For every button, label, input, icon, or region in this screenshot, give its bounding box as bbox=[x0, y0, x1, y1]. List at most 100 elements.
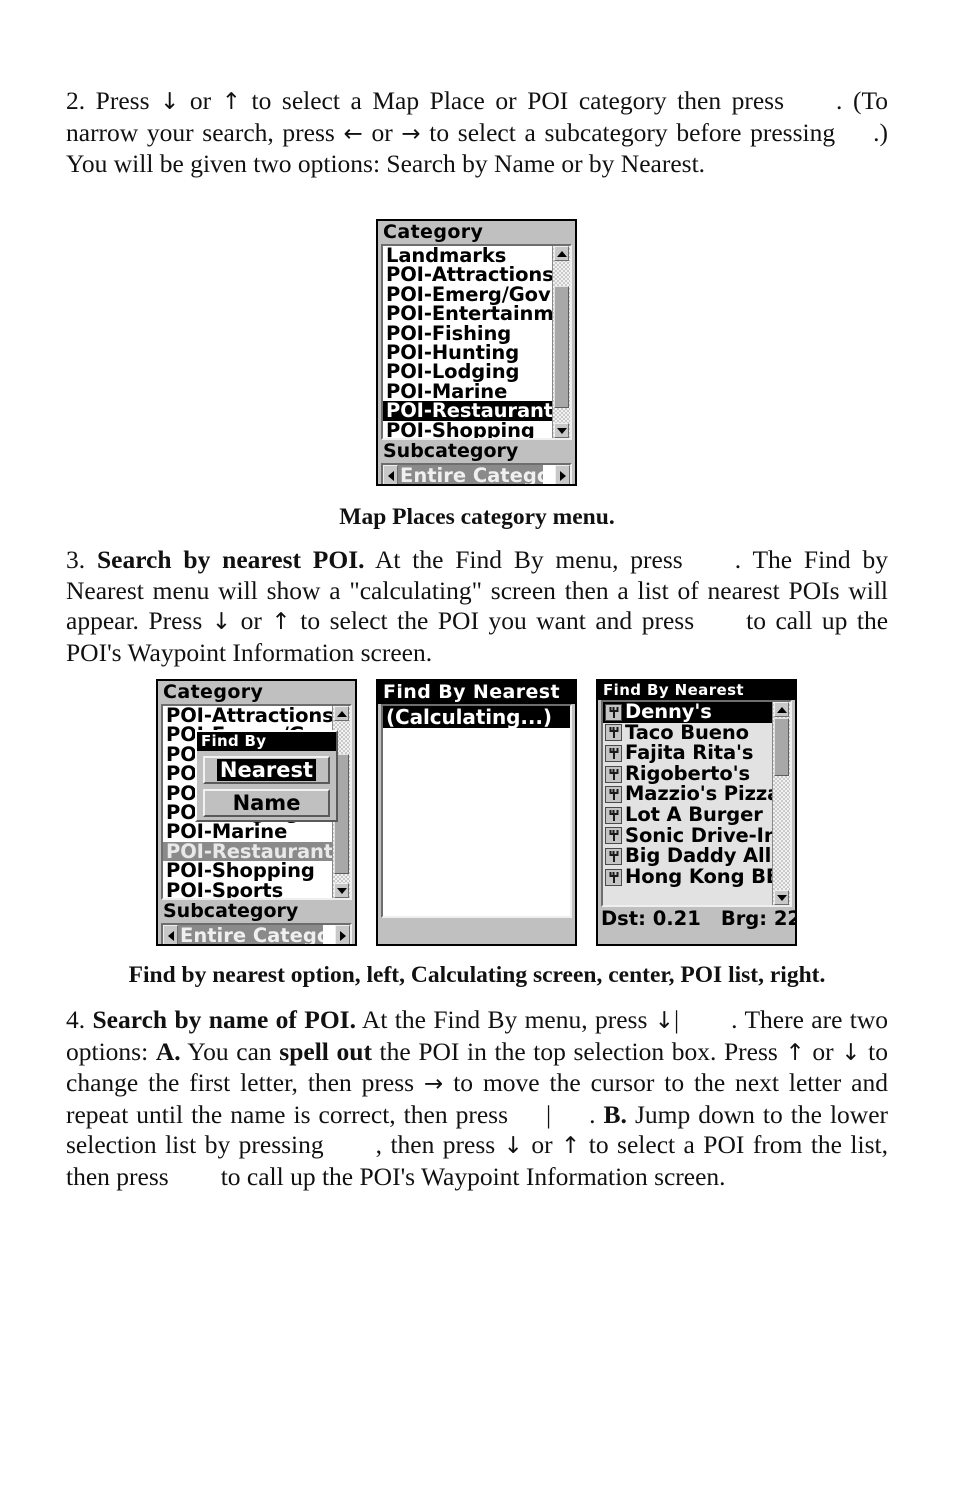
arrow-up-icon: ↑ bbox=[221, 89, 241, 115]
paragraph-step-4: 4. Search by name of POI. At the Find By… bbox=[66, 1005, 888, 1192]
poi-name: Lot A Burger bbox=[625, 802, 763, 826]
scroll-up-arrow-icon[interactable] bbox=[554, 246, 569, 261]
figure1-subcategory-spinner[interactable]: Entire Category bbox=[381, 463, 572, 484]
figure2-caption: Find by nearest option, left, Calculatin… bbox=[128, 962, 826, 988]
scroll-down-arrow-icon[interactable] bbox=[774, 890, 789, 905]
list-item[interactable]: Lot A Burger bbox=[603, 802, 772, 826]
poi-name: Mazzio's Pizza bbox=[625, 782, 781, 806]
step4-text-13: to call up the POI's Waypoint Informatio… bbox=[220, 1161, 726, 1191]
step2-text-5: or bbox=[362, 117, 402, 147]
find-by-nearest-button[interactable]: Nearest bbox=[203, 756, 330, 784]
poi-name: Fajita Rita's bbox=[625, 741, 754, 765]
scroll-up-arrow-icon[interactable] bbox=[334, 706, 349, 721]
find-by-name-button[interactable]: Name bbox=[203, 789, 330, 817]
restaurant-icon bbox=[605, 703, 622, 721]
figure1-title: Category bbox=[378, 221, 575, 244]
figure2left-subcategory-label: Subcategory bbox=[163, 900, 299, 922]
poi-bearing-value: Brg: 227º bbox=[720, 907, 795, 930]
restaurant-icon bbox=[605, 765, 622, 783]
arrow-right-icon: → bbox=[401, 120, 421, 147]
arrow-up-icon-2: ↑ bbox=[561, 1133, 581, 1159]
figure2left-subcategory-spinner[interactable]: Entire Category bbox=[161, 923, 352, 944]
figure-poi-nearest-list: Find By Nearest Denny's Taco Bueno Fajit… bbox=[596, 679, 797, 946]
restaurant-icon bbox=[605, 827, 622, 845]
step4-bold-spell-out: spell out bbox=[279, 1036, 372, 1066]
poi-name: Rigoberto's bbox=[625, 761, 751, 785]
paragraph-step-3: 3. Search by nearest POI. At the Find By… bbox=[66, 545, 888, 668]
figure2left-title: Category bbox=[158, 681, 355, 704]
figure2left-subcategory-value[interactable]: Entire Category bbox=[178, 925, 323, 944]
poi-name: Hong Kong BBQ bbox=[625, 864, 792, 888]
find-by-dialog[interactable]: Find By Nearest Name bbox=[195, 730, 338, 822]
step3-text-1: At the Find By menu, press bbox=[364, 545, 683, 574]
figure2left-category-list[interactable]: POI-Attractions POI-Emerg/Gov't POI-Ente… bbox=[161, 704, 352, 900]
step2-number: 2. bbox=[66, 86, 86, 115]
figure1-subcategory-value[interactable]: Entire Category bbox=[398, 465, 543, 484]
step4-bold-lead: Search by name of POI. bbox=[92, 1005, 356, 1034]
spinner-left-arrow-icon[interactable] bbox=[383, 465, 398, 484]
spinner-right-arrow-icon[interactable] bbox=[335, 925, 350, 944]
step3-text-3: or bbox=[231, 606, 272, 635]
figure1-subcategory-label: Subcategory bbox=[383, 440, 519, 462]
list-item-selected[interactable]: POI-Restaurants bbox=[383, 401, 565, 421]
step4-text-4: the POI in the top selection box. Press bbox=[371, 1036, 786, 1066]
figure1-category-list[interactable]: Landmarks POI-Attractions POI-Emerg/Gov'… bbox=[381, 244, 572, 440]
list-item[interactable]: POI-Entertainmnt bbox=[383, 304, 570, 324]
arrow-left-icon: ← bbox=[343, 120, 363, 147]
step4-bar-2: | bbox=[546, 1099, 552, 1129]
poi-distance-value: Dst: 0.21 bbox=[601, 907, 701, 930]
restaurant-icon bbox=[605, 806, 622, 824]
poi-name: Taco Bueno bbox=[625, 720, 749, 744]
list-item[interactable]: Mazzio's Pizza bbox=[603, 784, 780, 805]
figure2right-title: Find By Nearest bbox=[598, 681, 795, 700]
list-item[interactable]: Taco Bueno bbox=[603, 720, 772, 744]
step4-text-11: or bbox=[522, 1130, 562, 1159]
arrow-down-icon-2: ↓ bbox=[841, 1039, 861, 1066]
poi-name: Sonic Drive-In bbox=[625, 823, 778, 847]
list-item[interactable]: Big Daddy All An bbox=[603, 846, 790, 867]
find-by-nearest-label: Nearest bbox=[216, 759, 317, 781]
scroll-down-arrow-icon[interactable] bbox=[554, 423, 569, 438]
paragraph-step-2: 2. Press ↓ or ↑ to select a Map Place or… bbox=[66, 86, 888, 180]
scrollbar-thumb[interactable] bbox=[774, 718, 789, 776]
list-item-selected[interactable]: Denny's bbox=[603, 702, 772, 723]
figure2center-list[interactable]: (Calculating...) bbox=[381, 704, 572, 918]
step4-bar: | bbox=[674, 1005, 680, 1034]
spinner-right-arrow-icon[interactable] bbox=[555, 465, 570, 484]
arrow-right-icon: → bbox=[424, 1071, 444, 1097]
vertical-scrollbar[interactable] bbox=[772, 702, 790, 905]
figure1-caption: Map Places category menu. bbox=[339, 504, 615, 530]
list-item[interactable]: Hong Kong BBQ bbox=[603, 866, 790, 888]
step2-text-2: or bbox=[179, 86, 222, 115]
poi-name: Denny's bbox=[625, 700, 712, 723]
list-item[interactable]: POI-Marine bbox=[163, 822, 332, 842]
list-item[interactable]: POI-Shopping bbox=[163, 861, 332, 881]
step3-bold-lead: Search by nearest POI. bbox=[96, 545, 365, 574]
arrow-up-icon: ↑ bbox=[785, 1039, 805, 1066]
figure-calculating-screen: Find By Nearest (Calculating...) bbox=[376, 679, 577, 946]
list-item[interactable]: Rigoberto's bbox=[603, 761, 772, 785]
figure2center-title: Find By Nearest bbox=[378, 681, 575, 704]
arrow-down-icon: ↓ bbox=[160, 89, 180, 115]
list-item[interactable]: POI-Lodging bbox=[383, 362, 552, 382]
step4-text-8: . bbox=[589, 1099, 604, 1129]
step2-text-1: Press bbox=[95, 86, 161, 115]
vertical-scrollbar[interactable] bbox=[552, 246, 570, 438]
list-item[interactable]: POI-Sports bbox=[163, 880, 332, 898]
step3-number: 3. bbox=[66, 545, 86, 574]
find-by-dialog-title: Find By bbox=[197, 732, 336, 751]
list-item[interactable]: Sonic Drive-In bbox=[603, 825, 778, 847]
poi-name: Big Daddy All An bbox=[625, 844, 792, 868]
list-item[interactable]: POI-Shopping bbox=[383, 420, 552, 438]
arrow-up-icon: ↑ bbox=[271, 609, 291, 635]
arrow-down-icon-3: ↓ bbox=[503, 1133, 523, 1159]
scroll-down-arrow-icon[interactable] bbox=[334, 883, 349, 898]
list-item[interactable]: POI-Attractions bbox=[383, 265, 554, 285]
spinner-left-arrow-icon[interactable] bbox=[163, 925, 178, 944]
scrollbar-thumb[interactable] bbox=[554, 286, 569, 408]
figure2right-poi-list[interactable]: Denny's Taco Bueno Fajita Rita's Rigober… bbox=[601, 700, 792, 907]
scroll-up-arrow-icon[interactable] bbox=[774, 702, 789, 717]
list-item[interactable]: Fajita Rita's bbox=[603, 743, 772, 764]
manual-page: 2. Press ↓ or ↑ to select a Map Place or… bbox=[0, 0, 954, 1487]
step4-bold-b: B. bbox=[603, 1099, 627, 1129]
